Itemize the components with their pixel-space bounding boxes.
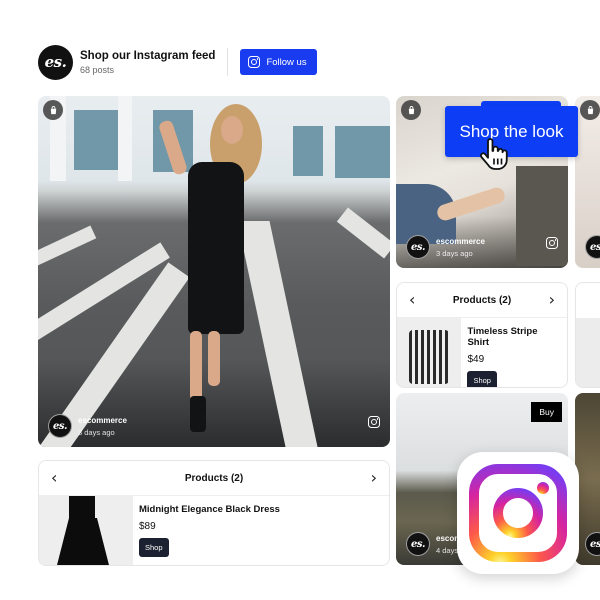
- leg: [208, 331, 220, 386]
- buy-button[interactable]: Buy: [531, 402, 562, 422]
- shop-button[interactable]: Shop: [467, 371, 497, 387]
- dark-fabric: [516, 166, 568, 266]
- follow-us-label: Follow us: [266, 56, 307, 68]
- product-price: $89: [139, 521, 156, 532]
- face: [221, 116, 243, 144]
- post-card-3[interactable]: es.: [575, 96, 600, 268]
- follow-us-button[interactable]: Follow us: [240, 49, 317, 75]
- products-title: Products (2): [184, 472, 244, 484]
- shopping-bag-icon: [401, 100, 421, 120]
- shopping-bag-icon: [43, 100, 63, 120]
- products-panel-partial: [575, 282, 600, 388]
- prev-product-button[interactable]: ‹: [409, 292, 415, 308]
- shop-button[interactable]: Shop: [139, 538, 169, 557]
- shopping-bag-icon: [580, 100, 600, 120]
- product-image[interactable]: [397, 318, 462, 387]
- post-card-main[interactable]: es. escommerce 3 days ago: [38, 96, 390, 447]
- next-product-button[interactable]: ›: [371, 470, 377, 486]
- post-meta: es.: [585, 532, 600, 556]
- post-meta: es.: [585, 235, 600, 259]
- prev-product-button[interactable]: ‹: [51, 470, 57, 486]
- building-window: [293, 126, 323, 176]
- products-panel-main: ‹ Products (2) › Midnight Elegance Black…: [38, 460, 390, 566]
- black-dress: [188, 162, 244, 334]
- building-window: [74, 110, 118, 170]
- post-time: 3 days ago: [436, 248, 473, 258]
- instagram-icon[interactable]: [546, 236, 558, 254]
- header-divider: [227, 48, 229, 76]
- feed-header: es. Shop our Instagram feed 68 posts Fol…: [38, 44, 317, 80]
- avatar: es.: [406, 235, 430, 259]
- feed-title: Shop our Instagram feed: [80, 49, 216, 62]
- products-panel-side: ‹ Products (2) › Timeless Stripe Shirt $…: [396, 282, 568, 388]
- brand-logo: es.: [38, 44, 73, 80]
- shoe: [190, 396, 206, 432]
- hand-cursor-icon: [476, 136, 512, 172]
- avatar: es.: [48, 414, 72, 438]
- dress-bodice: [69, 496, 95, 521]
- post-time: 3 days ago: [78, 427, 115, 437]
- crosswalk-stripe: [38, 225, 97, 281]
- crosswalk-stripe: [237, 221, 321, 447]
- leg: [190, 331, 202, 401]
- instagram-icon: [248, 56, 261, 68]
- product-name[interactable]: Timeless Stripe Shirt: [467, 326, 561, 348]
- post-meta: es. escommerce 3 days ago: [48, 414, 127, 438]
- striped-shirt: [409, 330, 449, 384]
- post-count: 68 posts: [80, 64, 115, 75]
- product-image: [576, 318, 600, 387]
- next-product-button[interactable]: ›: [549, 292, 555, 308]
- product-price: $49: [467, 354, 485, 365]
- dress-skirt: [55, 518, 111, 565]
- product-image[interactable]: [39, 496, 133, 565]
- instagram-icon[interactable]: [368, 415, 380, 433]
- avatar: es.: [585, 532, 600, 556]
- username: escommerce: [78, 415, 127, 425]
- building-pillar: [118, 96, 132, 181]
- avatar: es.: [406, 532, 430, 556]
- instagram-logo-icon: [457, 452, 579, 574]
- products-title: Products (2): [452, 294, 512, 306]
- crosswalk-stripe: [336, 207, 390, 259]
- building-window: [335, 126, 390, 178]
- avatar: es.: [585, 235, 600, 259]
- username: escommerce: [436, 236, 485, 246]
- product-name[interactable]: Midnight Elegance Black Dress: [139, 504, 280, 515]
- post-meta: es. escommerce 3 days ago: [406, 235, 485, 259]
